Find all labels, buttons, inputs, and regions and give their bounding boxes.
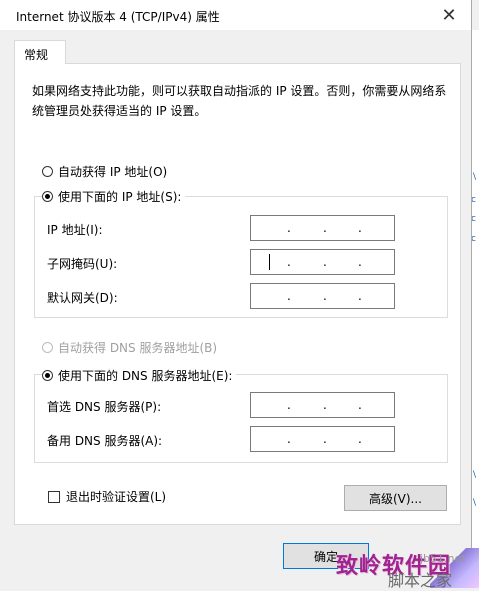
- ip-octet-separator: .: [358, 289, 362, 303]
- close-button[interactable]: ✕: [427, 0, 471, 30]
- alternate-dns-label: 备用 DNS 服务器(A):: [47, 434, 163, 448]
- watermark-site-name: 脚本之家: [388, 571, 453, 590]
- background-mark: \: [472, 172, 476, 182]
- auto-dns-label: 自动获得 DNS 服务器地址(B): [58, 341, 218, 355]
- ip-octet-separator: .: [323, 432, 327, 446]
- ip-octet-separator: .: [287, 432, 291, 446]
- ip-octet-separator: .: [287, 255, 291, 269]
- tab-general[interactable]: 常规: [14, 40, 66, 64]
- ip-octet-separator: .: [358, 221, 362, 235]
- ip-octet-separator: .: [287, 221, 291, 235]
- subnet-mask-input[interactable]: . . .: [250, 249, 395, 275]
- ip-octet-separator: .: [358, 398, 362, 412]
- manual-dns-label: 使用下面的 DNS 服务器地址(E):: [58, 369, 233, 383]
- title-bar[interactable]: Internet 协议版本 4 (TCP/IPv4) 属性 ✕: [0, 0, 471, 30]
- auto-dns-radio[interactable]: [42, 342, 53, 353]
- manual-ip-label: 使用下面的 IP 地址(S):: [58, 190, 182, 204]
- default-gateway-input[interactable]: . . .: [250, 283, 395, 309]
- advanced-button[interactable]: 高级(V)...: [344, 485, 447, 511]
- alternate-dns-input[interactable]: . . .: [250, 426, 395, 452]
- manual-dns-radio[interactable]: [42, 370, 53, 381]
- ip-octet-separator: .: [358, 432, 362, 446]
- tcpip-properties-dialog: Internet 协议版本 4 (TCP/IPv4) 属性 ✕ 常规 如果网络支…: [0, 0, 472, 588]
- description-text: 如果网络支持此功能，则可以获取自动指派的 IP 设置。否则，你需要从网络系统管理…: [32, 84, 447, 118]
- validate-on-exit-checkbox[interactable]: [48, 490, 60, 503]
- ip-octet-separator: .: [287, 289, 291, 303]
- ip-address-label: IP 地址(I):: [47, 223, 103, 237]
- validate-on-exit-label: 退出时验证设置(L): [66, 490, 167, 504]
- default-gateway-label: 默认网关(D):: [47, 291, 118, 305]
- preferred-dns-input[interactable]: . . .: [250, 392, 395, 418]
- ip-octet-separator: .: [323, 398, 327, 412]
- ip-octet-separator: .: [287, 398, 291, 412]
- preferred-dns-label: 首选 DNS 服务器(P):: [47, 400, 162, 414]
- auto-ip-option[interactable]: 自动获得 IP 地址(O): [42, 163, 167, 180]
- manual-ip-radio[interactable]: [42, 191, 53, 202]
- text-caret: [269, 254, 270, 270]
- close-icon: ✕: [441, 4, 457, 26]
- window-title: Internet 协议版本 4 (TCP/IPv4) 属性: [16, 10, 220, 24]
- watermark-domain: jb51.net: [420, 552, 466, 565]
- validate-on-exit-option[interactable]: 退出时验证设置(L): [48, 488, 166, 505]
- general-panel: 如果网络支持此功能，则可以获取自动指派的 IP 设置。否则，你需要从网络系统管理…: [14, 63, 461, 525]
- manual-ip-option[interactable]: 使用下面的 IP 地址(S):: [42, 188, 186, 205]
- subnet-mask-label: 子网掩码(U):: [47, 257, 118, 271]
- ip-octet-separator: .: [323, 221, 327, 235]
- background-mark: \: [472, 470, 476, 480]
- auto-ip-radio[interactable]: [42, 166, 53, 177]
- ip-address-input[interactable]: . . .: [250, 215, 395, 241]
- auto-dns-option[interactable]: 自动获得 DNS 服务器地址(B): [42, 339, 217, 356]
- background-mark: \: [472, 498, 476, 508]
- ip-octet-separator: .: [323, 289, 327, 303]
- auto-ip-label: 自动获得 IP 地址(O): [58, 165, 168, 179]
- ip-octet-separator: .: [358, 255, 362, 269]
- manual-dns-option[interactable]: 使用下面的 DNS 服务器地址(E):: [42, 367, 237, 384]
- ip-octet-separator: .: [323, 255, 327, 269]
